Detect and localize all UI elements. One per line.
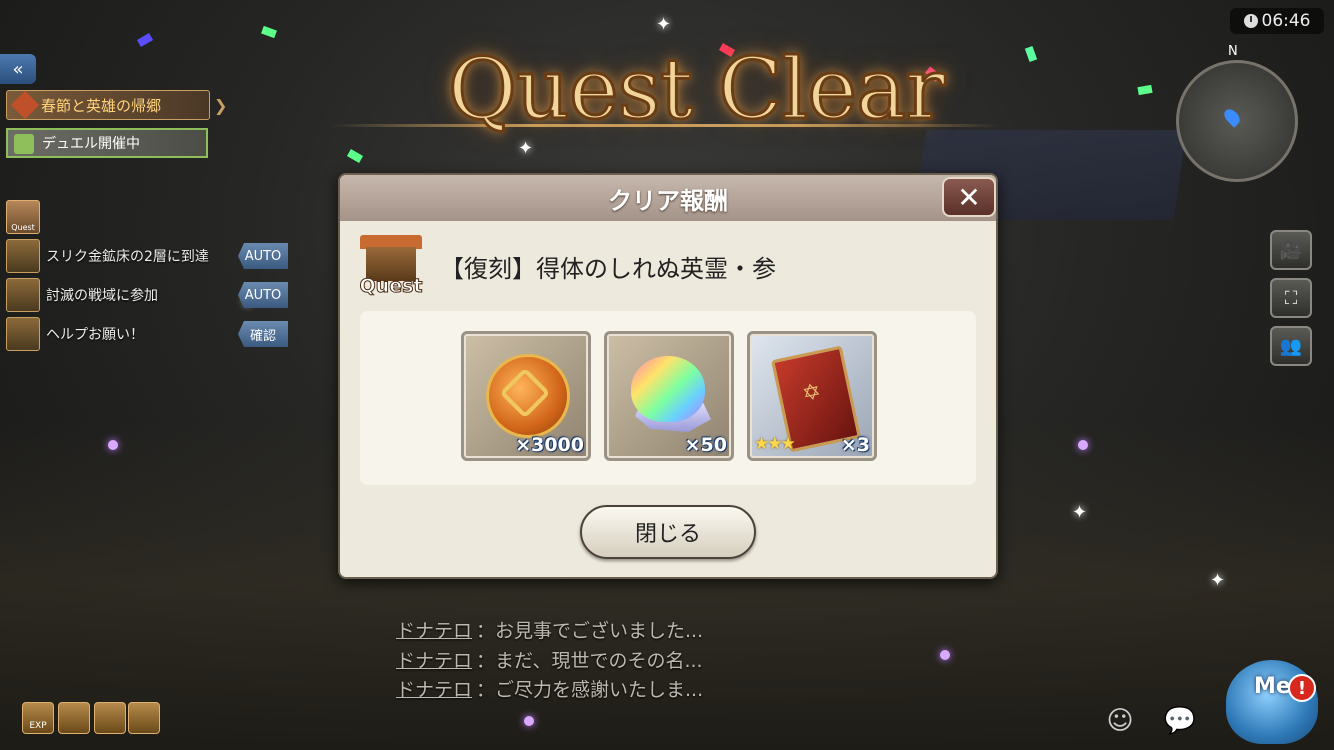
- sparkle: ✦: [1072, 502, 1088, 523]
- glow-dot: [524, 716, 534, 726]
- sparkle: ✦: [656, 14, 672, 35]
- quest-clear-title: Quest Clear: [446, 39, 946, 140]
- chat-text: ：お見事でございました...: [476, 620, 704, 642]
- chevron-right-icon[interactable]: ❯: [214, 96, 227, 115]
- chat-line: ドナテロ ：まだ、現世でのその名...: [396, 646, 703, 673]
- chat-bubble-icon[interactable]: 💬: [1160, 706, 1200, 740]
- confetti: [136, 33, 154, 47]
- glow-dot: [1078, 440, 1088, 450]
- task-row[interactable]: 討滅の戦域に参加 AUTO: [6, 278, 288, 312]
- exp-boost-icon[interactable]: EXP: [22, 702, 54, 734]
- buff-icon[interactable]: [128, 702, 160, 734]
- task-text: ヘルプお願い！: [46, 327, 144, 343]
- confetti: [261, 25, 277, 39]
- chat-speaker[interactable]: ドナテロ: [396, 679, 472, 701]
- me-character-button[interactable]: [1226, 660, 1318, 744]
- chat-text: ：まだ、現世でのその名...: [476, 650, 703, 672]
- buff-icon[interactable]: [58, 702, 90, 734]
- double-chevron-left-icon: «: [12, 58, 24, 80]
- close-icon: ✕: [957, 180, 981, 214]
- party-button[interactable]: 👥: [1270, 326, 1312, 366]
- rainbow-crystal-icon: [631, 356, 705, 422]
- close-dialog-button[interactable]: 閉じる: [580, 505, 756, 559]
- auto-button[interactable]: AUTO: [238, 282, 288, 308]
- quest-badge-icon: Quest: [356, 235, 426, 299]
- task-icon: [6, 278, 40, 312]
- clock-time: 06:46: [1261, 11, 1311, 31]
- event-icon: [10, 90, 40, 120]
- event-banner[interactable]: 春節と英雄の帰郷: [6, 90, 210, 120]
- clock: 06:46: [1230, 8, 1324, 34]
- quest-badge-label: Quest: [359, 275, 423, 298]
- clock-icon: [1243, 14, 1258, 28]
- chat-speaker[interactable]: ドナテロ: [396, 620, 472, 642]
- compass-north: N: [1228, 44, 1238, 59]
- quest-name: 【復刻】得体のしれぬ英霊・参: [440, 255, 776, 283]
- auto-target-button[interactable]: ⛶: [1270, 278, 1312, 318]
- glow-dot: [108, 440, 118, 450]
- coin-knot-icon: [486, 354, 570, 438]
- reward-quantity: ×50: [684, 434, 727, 456]
- alert-icon: !: [1288, 674, 1316, 702]
- hexagram-icon: ✡: [800, 379, 824, 408]
- quest-mini-label: Quest: [11, 223, 35, 232]
- exp-label: EXP: [29, 721, 47, 731]
- task-text: 討滅の戦域に参加: [46, 288, 158, 304]
- task-icon: [6, 317, 40, 351]
- reward-item[interactable]: ×50: [604, 331, 734, 461]
- task-icon: [6, 239, 40, 273]
- reward-quantity: ×3: [840, 434, 870, 456]
- camera-icon: 🎥: [1279, 239, 1303, 261]
- camera-button[interactable]: 🎥: [1270, 230, 1312, 270]
- confetti: [1024, 46, 1038, 62]
- duel-banner[interactable]: デュエル開催中: [6, 128, 208, 158]
- reward-item[interactable]: ×3000: [461, 331, 591, 461]
- sparkle: ✦: [1210, 570, 1226, 591]
- duel-banner-label: デュエル開催中: [42, 136, 140, 152]
- task-text: スリク金鉱床の2層に到達: [46, 249, 209, 265]
- emote-icon[interactable]: ☺: [1100, 706, 1140, 740]
- confirm-button[interactable]: 確認: [238, 321, 288, 347]
- task-row[interactable]: ヘルプお願い！ 確認: [6, 317, 288, 351]
- reward-item[interactable]: ✡ ★★★ ×3: [747, 331, 877, 461]
- dialog-header: クリア報酬: [340, 175, 996, 221]
- confetti: [346, 149, 364, 163]
- reward-quantity: ×3000: [515, 434, 584, 456]
- chat-speaker[interactable]: ドナテロ: [396, 650, 472, 672]
- chat-line: ドナテロ ：お見事でございました...: [396, 616, 703, 643]
- duel-icon: [14, 134, 34, 154]
- reward-dialog: クリア報酬 ✕ Quest 【復刻】得体のしれぬ英霊・参 ×3000 ×50 ✡…: [338, 173, 998, 579]
- auto-button[interactable]: AUTO: [238, 243, 288, 269]
- sparkle: ✦: [518, 138, 534, 159]
- reward-area: ×3000 ×50 ✡ ★★★ ×3: [360, 311, 976, 485]
- buff-icon[interactable]: [94, 702, 126, 734]
- glow-dot: [940, 650, 950, 660]
- chat-line: ドナテロ ：ご尽力を感謝いたしま...: [396, 675, 703, 702]
- task-row[interactable]: スリク金鉱床の2層に到達 AUTO: [6, 239, 288, 273]
- rarity-stars: ★★★: [754, 434, 796, 454]
- close-button[interactable]: ✕: [942, 177, 996, 217]
- chat-text: ：ご尽力を感謝いたしま...: [476, 679, 704, 701]
- event-banner-label: 春節と英雄の帰郷: [41, 96, 162, 115]
- confetti: [1137, 84, 1153, 96]
- knot-pattern: [499, 367, 551, 419]
- quest-mini-icon[interactable]: Quest: [6, 200, 40, 234]
- auto-icon: ⛶: [1284, 287, 1298, 309]
- back-button[interactable]: «: [0, 54, 36, 84]
- party-icon: 👥: [1279, 335, 1303, 357]
- me-label: Me: [1254, 674, 1291, 699]
